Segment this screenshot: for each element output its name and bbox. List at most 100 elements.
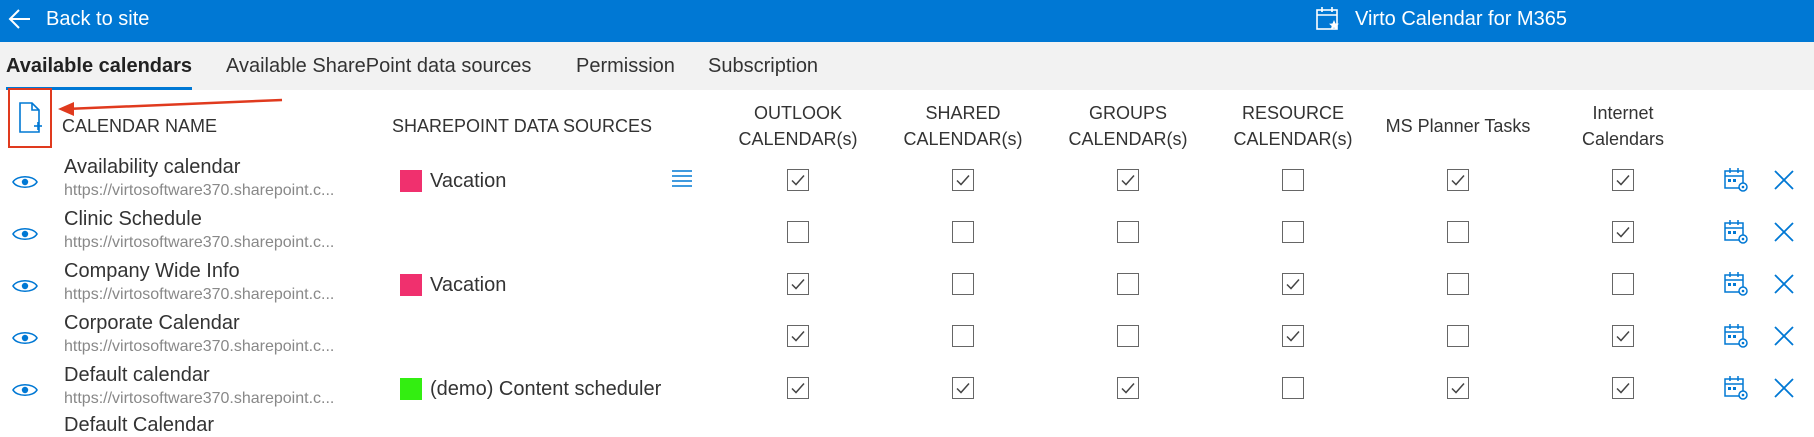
shared-checkbox[interactable] (952, 169, 974, 191)
header-resource-calendars: RESOURCE CALENDAR(s) (1233, 103, 1353, 149)
eye-icon[interactable] (12, 226, 38, 242)
resource-checkbox[interactable] (1282, 273, 1304, 295)
checkmark-icon (956, 175, 970, 186)
shared-checkbox[interactable] (952, 377, 974, 399)
calendar-settings-icon[interactable] (1723, 271, 1749, 297)
groups-checkbox[interactable] (1117, 273, 1139, 295)
data-source-color-swatch (400, 378, 422, 400)
calendar-url: https://virtosoftware370.sharepoint.c... (64, 390, 335, 407)
back-arrow-icon (8, 9, 30, 29)
calendar-settings-icon[interactable] (1723, 219, 1749, 245)
planner-checkbox[interactable] (1447, 377, 1469, 399)
data-source-label: Vacation (430, 169, 507, 192)
checkmark-icon (1451, 383, 1465, 394)
calendar-name[interactable]: Clinic Schedule (64, 208, 202, 231)
eye-icon[interactable] (12, 174, 38, 190)
close-icon[interactable] (1773, 169, 1795, 191)
add-calendar-button[interactable] (8, 88, 52, 148)
eye-icon[interactable] (12, 278, 38, 294)
tab-available-sharepoint-data-sources[interactable]: Available SharePoint data sources (226, 42, 531, 90)
checkmark-icon (1616, 383, 1630, 394)
tab-available-calendars[interactable]: Available calendars (6, 42, 193, 90)
header-ms-planner-tasks: MS Planner Tasks (1385, 116, 1531, 136)
header-shared-calendars: SHARED CALENDAR(s) (903, 103, 1023, 149)
close-icon[interactable] (1773, 377, 1795, 399)
internet-checkbox[interactable] (1612, 273, 1634, 295)
table-row: Clinic Schedule https://virtosoftware370.… (0, 208, 1814, 260)
groups-checkbox[interactable] (1117, 169, 1139, 191)
data-source-tag: Vacation (400, 272, 506, 298)
calendar-name[interactable]: Corporate Calendar (64, 312, 240, 335)
header-outlook-calendars: OUTLOOK CALENDAR(s) (738, 103, 858, 149)
tab-subscription[interactable]: Subscription (708, 42, 818, 90)
outlook-checkbox[interactable] (787, 169, 809, 191)
calendar-settings-icon[interactable] (1723, 167, 1749, 193)
data-source-tag: (demo) Content scheduler (400, 376, 661, 402)
resource-checkbox[interactable] (1282, 221, 1304, 243)
outlook-checkbox[interactable] (787, 377, 809, 399)
checkmark-icon (956, 383, 970, 394)
planner-checkbox[interactable] (1447, 169, 1469, 191)
groups-checkbox[interactable] (1117, 325, 1139, 347)
table-row: Corporate Calendar https://virtosoftware3… (0, 312, 1814, 364)
table-row: Default calendar https://virtosoftware370… (0, 364, 1814, 416)
calendar-settings-icon[interactable] (1723, 323, 1749, 349)
data-source-tag: Vacation (400, 168, 506, 194)
header-internet-calendars: Internet Calendars (1581, 103, 1665, 149)
checkmark-icon (1451, 175, 1465, 186)
checkmark-icon (1616, 227, 1630, 238)
data-source-color-swatch (400, 170, 422, 192)
checkmark-icon (1616, 331, 1630, 342)
calendar-name[interactable]: Availability calendar (64, 156, 240, 179)
shared-checkbox[interactable] (952, 273, 974, 295)
checkmark-icon (1616, 175, 1630, 186)
tab-bar: Available calendars Available SharePoint… (0, 42, 1814, 90)
resource-checkbox[interactable] (1282, 377, 1304, 399)
checkmark-icon (1121, 175, 1135, 186)
planner-checkbox[interactable] (1447, 273, 1469, 295)
checkmark-icon (791, 279, 805, 290)
back-to-site-link[interactable]: Back to site (8, 0, 149, 38)
shared-checkbox[interactable] (952, 325, 974, 347)
outlook-checkbox[interactable] (787, 325, 809, 347)
internet-checkbox[interactable] (1612, 377, 1634, 399)
table-row: Company Wide Info https://virtosoftware37… (0, 260, 1814, 312)
planner-checkbox[interactable] (1447, 325, 1469, 347)
internet-checkbox[interactable] (1612, 169, 1634, 191)
calendar-name[interactable]: Company Wide Info (64, 260, 240, 283)
close-icon[interactable] (1773, 325, 1795, 347)
planner-checkbox[interactable] (1447, 221, 1469, 243)
internet-checkbox[interactable] (1612, 221, 1634, 243)
data-source-label: Vacation (430, 273, 507, 296)
groups-checkbox[interactable] (1117, 377, 1139, 399)
close-icon[interactable] (1773, 273, 1795, 295)
calendar-url: https://virtosoftware370.sharepoint.c... (64, 234, 335, 251)
groups-checkbox[interactable] (1117, 221, 1139, 243)
eye-icon[interactable] (12, 330, 38, 346)
calendar-settings-icon[interactable] (1723, 375, 1749, 401)
resource-checkbox[interactable] (1282, 325, 1304, 347)
outlook-checkbox[interactable] (787, 273, 809, 295)
calendar-url: https://virtosoftware370.sharepoint.c... (64, 286, 335, 303)
list-icon[interactable] (672, 169, 692, 187)
shared-checkbox[interactable] (952, 221, 974, 243)
calendar-name[interactable]: Default calendar (64, 364, 210, 387)
close-icon[interactable] (1773, 221, 1795, 243)
back-to-site-label: Back to site (46, 7, 150, 30)
header-groups-calendars: GROUPS CALENDAR(s) (1068, 103, 1188, 149)
checkmark-icon (791, 331, 805, 342)
calendar-url: https://virtosoftware370.sharepoint.c... (64, 338, 335, 355)
internet-checkbox[interactable] (1612, 325, 1634, 347)
eye-icon[interactable] (12, 382, 38, 398)
header-calendar-name: CALENDAR NAME (62, 116, 218, 136)
outlook-checkbox[interactable] (787, 221, 809, 243)
calendar-icon (1316, 7, 1339, 30)
checkmark-icon (791, 383, 805, 394)
add-document-icon (19, 102, 42, 133)
resource-checkbox[interactable] (1282, 169, 1304, 191)
top-bar: Back to site Virto Calendar for M365 (0, 0, 1814, 42)
tab-permission[interactable]: Permission (576, 42, 675, 90)
app-title: Virto Calendar for M365 (1355, 7, 1567, 30)
checkmark-icon (1286, 279, 1300, 290)
calendar-url: https://virtosoftware370.sharepoint.c... (64, 182, 335, 199)
